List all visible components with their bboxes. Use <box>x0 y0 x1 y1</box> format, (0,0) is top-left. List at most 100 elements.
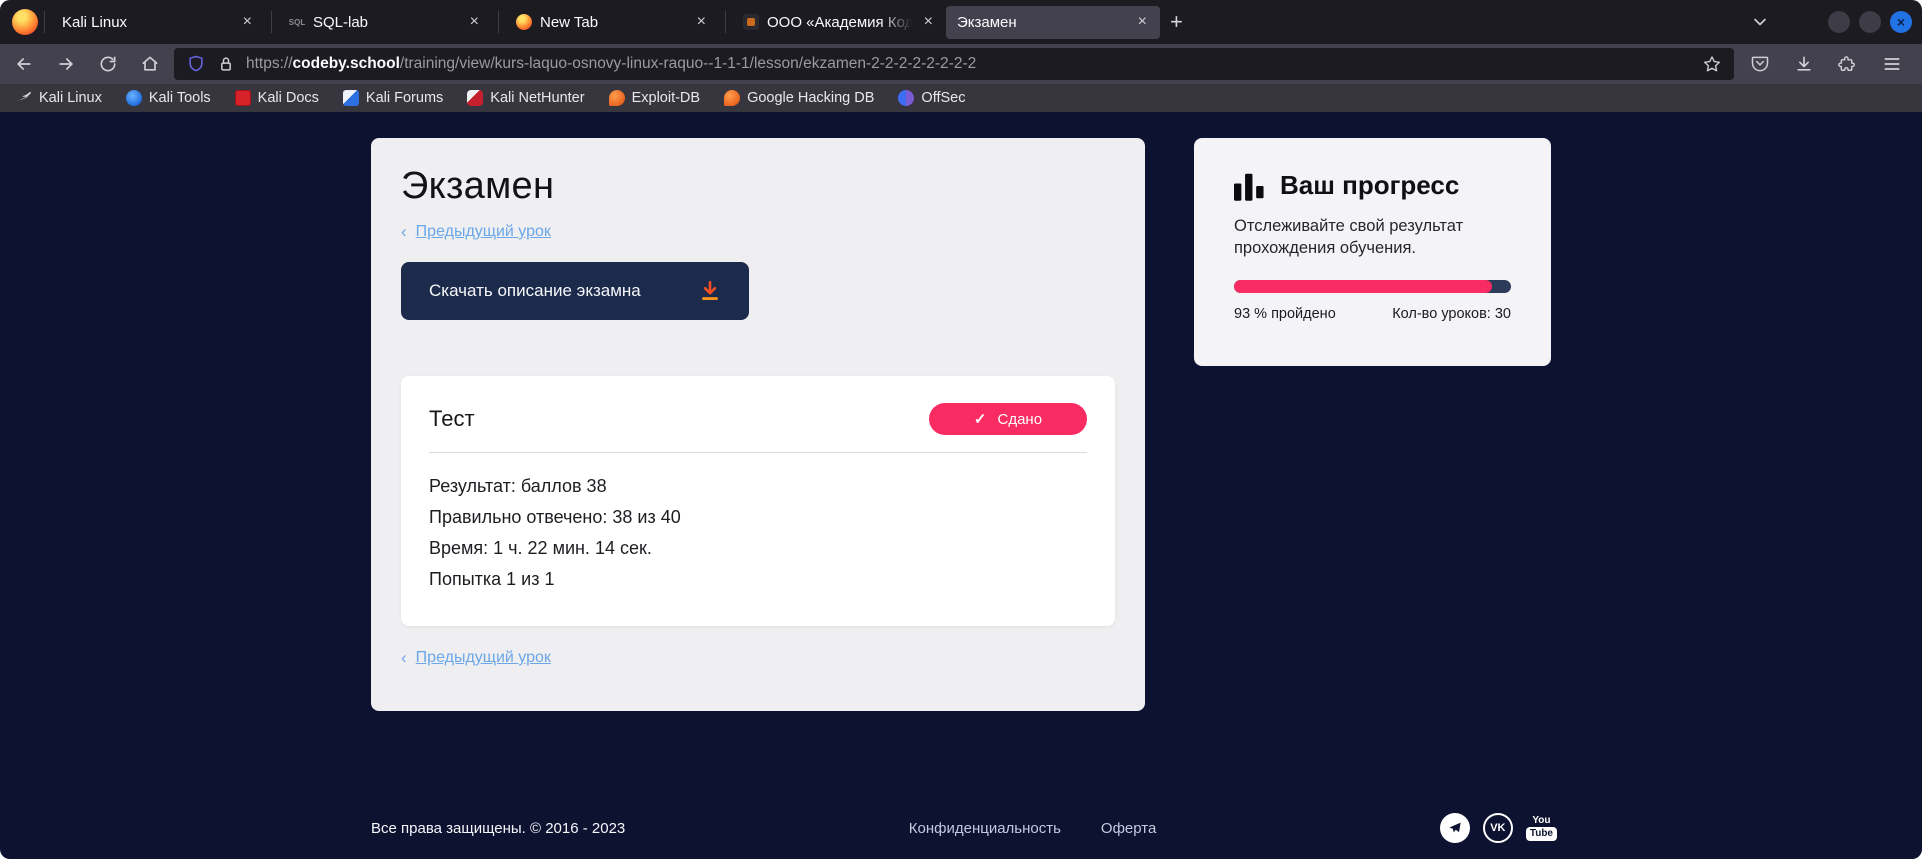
copyright-text: Все права защищены. © 2016 - 2023 <box>371 820 625 837</box>
tab-bar: Kali Linux × SQL SQL-lab × New Tab × ООО… <box>0 0 1922 44</box>
navigation-toolbar: https://codeby.school/training/view/kurs… <box>0 44 1922 84</box>
progress-title: Ваш прогресс <box>1280 170 1459 201</box>
progress-description: Отслеживайте свой результат прохождения … <box>1234 216 1494 260</box>
bookmark-label: Kali Tools <box>149 90 211 106</box>
bookmark-kali-nethunter[interactable]: Kali NetHunter <box>467 90 584 106</box>
bookmark-label: Kali NetHunter <box>490 90 584 106</box>
test-title: Тест <box>429 406 475 432</box>
extensions-puzzle-icon[interactable] <box>1838 54 1858 74</box>
tab-codeby-academy[interactable]: ООО «Академия Кодеба × <box>732 6 946 39</box>
bookmark-label: Kali Forums <box>366 90 443 106</box>
lock-icon[interactable] <box>216 54 236 74</box>
minimize-button[interactable] <box>1828 11 1850 33</box>
bookmark-star-icon[interactable] <box>1702 54 1722 74</box>
previous-lesson-link[interactable]: Предыдущий урок <box>416 223 551 241</box>
bookmarks-bar: Kali Linux Kali Tools Kali Docs Kali For… <box>0 84 1922 112</box>
bookmark-exploit-db[interactable]: Exploit-DB <box>609 90 701 106</box>
back-button[interactable] <box>14 54 34 74</box>
forward-button[interactable] <box>56 54 76 74</box>
home-button[interactable] <box>140 54 160 74</box>
download-exam-description-button[interactable]: Скачать описание экзамна <box>401 262 749 320</box>
downloads-icon[interactable] <box>1794 54 1814 74</box>
chevron-left-icon: ‹ <box>401 648 407 668</box>
tab-label: ООО «Академия Кодеба <box>767 14 912 31</box>
progress-card: Ваш прогресс Отслеживайте свой результат… <box>1194 138 1551 366</box>
tab-kali-linux[interactable]: Kali Linux × <box>51 6 265 39</box>
youtube-you-label: You <box>1532 816 1550 826</box>
bookmark-label: OffSec <box>921 90 965 106</box>
test-passed-badge[interactable]: ✓ Сдано <box>929 403 1087 435</box>
tab-ekzamen-active[interactable]: Экзамен × <box>946 6 1160 39</box>
google-hacking-db-icon <box>724 90 740 106</box>
previous-lesson-link-bottom[interactable]: ‹ Предыдущий урок <box>401 648 1115 668</box>
privacy-link[interactable]: Конфиденциальность <box>909 820 1061 837</box>
bookmark-label: Exploit-DB <box>632 90 701 106</box>
bookmark-kali-tools[interactable]: Kali Tools <box>126 90 211 106</box>
window-close-button[interactable]: × <box>1890 11 1912 33</box>
firefox-logo-icon[interactable] <box>12 9 38 35</box>
divider <box>429 452 1087 453</box>
chevron-left-icon: ‹ <box>401 222 407 242</box>
tab-sql-lab[interactable]: SQL SQL-lab × <box>278 6 492 39</box>
test-result-card: Тест ✓ Сдано Результат: баллов 38 Правил… <box>401 376 1115 626</box>
youtube-tube-label: Tube <box>1526 827 1557 841</box>
bookmark-kali-forums[interactable]: Kali Forums <box>343 90 443 106</box>
close-icon[interactable]: × <box>693 12 710 32</box>
list-all-tabs-chevron-icon[interactable] <box>1746 8 1774 36</box>
tab-label: New Tab <box>540 14 685 31</box>
bookmark-google-hacking-db[interactable]: Google Hacking DB <box>724 90 874 106</box>
menu-hamburger-icon[interactable] <box>1882 54 1902 74</box>
previous-lesson-link-top[interactable]: ‹ Предыдущий урок <box>401 222 1115 242</box>
close-icon[interactable]: × <box>239 12 256 32</box>
close-icon[interactable]: × <box>466 12 483 32</box>
maximize-button[interactable] <box>1859 11 1881 33</box>
bookmark-kali-linux[interactable]: Kali Linux <box>16 90 102 106</box>
tab-separator <box>498 11 499 33</box>
exploit-db-icon <box>609 90 625 106</box>
youtube-icon[interactable]: You Tube <box>1526 816 1557 841</box>
kali-nethunter-icon <box>467 90 483 106</box>
reload-button[interactable] <box>98 54 118 74</box>
lessons-count-label: Кол-во уроков: 30 <box>1392 306 1511 322</box>
browser-window: Kali Linux × SQL SQL-lab × New Tab × ООО… <box>0 0 1922 859</box>
tab-label: SQL-lab <box>313 14 458 31</box>
telegram-icon[interactable] <box>1440 813 1470 843</box>
progress-percent-label: 93 % пройдено <box>1234 306 1336 322</box>
kali-tools-icon <box>126 90 142 106</box>
tab-separator <box>725 11 726 33</box>
progress-fill <box>1234 280 1492 293</box>
vk-icon[interactable]: VK <box>1483 813 1513 843</box>
exam-card: Экзамен ‹ Предыдущий урок Скачать описан… <box>371 138 1145 711</box>
page-content: Экзамен ‹ Предыдущий урок Скачать описан… <box>0 112 1922 859</box>
test-time-line: Время: 1 ч. 22 мин. 14 сек. <box>429 539 1087 557</box>
bookmark-offsec[interactable]: OffSec <box>898 90 965 106</box>
close-icon[interactable]: × <box>920 12 937 32</box>
previous-lesson-link[interactable]: Предыдущий урок <box>416 649 551 667</box>
bar-chart-icon <box>1234 171 1266 201</box>
kali-dragon-icon <box>16 90 32 106</box>
offsec-icon <box>898 90 914 106</box>
download-button-label: Скачать описание экзамна <box>429 281 641 301</box>
new-tab-button[interactable]: + <box>1160 11 1193 33</box>
progress-bar <box>1234 280 1511 293</box>
tab-label: Kali Linux <box>62 14 231 31</box>
url-text[interactable]: https://codeby.school/training/view/kurs… <box>246 55 1692 73</box>
test-score-line: Результат: баллов 38 <box>429 477 1087 495</box>
sql-favicon: SQL <box>289 14 305 30</box>
url-bar[interactable]: https://codeby.school/training/view/kurs… <box>174 48 1734 80</box>
pocket-icon[interactable] <box>1750 54 1770 74</box>
check-icon: ✓ <box>974 410 987 428</box>
firefox-favicon <box>516 14 532 30</box>
bookmark-label: Google Hacking DB <box>747 90 874 106</box>
codeby-favicon <box>743 14 759 30</box>
vk-label: VK <box>1490 822 1505 834</box>
tab-new-tab[interactable]: New Tab × <box>505 6 719 39</box>
tracking-protection-shield-icon[interactable] <box>186 54 206 74</box>
bookmark-label: Kali Linux <box>39 90 102 106</box>
kali-docs-icon <box>235 90 251 106</box>
bookmark-kali-docs[interactable]: Kali Docs <box>235 90 319 106</box>
close-icon[interactable]: × <box>1134 12 1151 32</box>
page-title: Экзамен <box>401 165 1115 208</box>
offer-link[interactable]: Оферта <box>1101 820 1156 837</box>
test-attempt-line: Попытка 1 из 1 <box>429 570 1087 588</box>
